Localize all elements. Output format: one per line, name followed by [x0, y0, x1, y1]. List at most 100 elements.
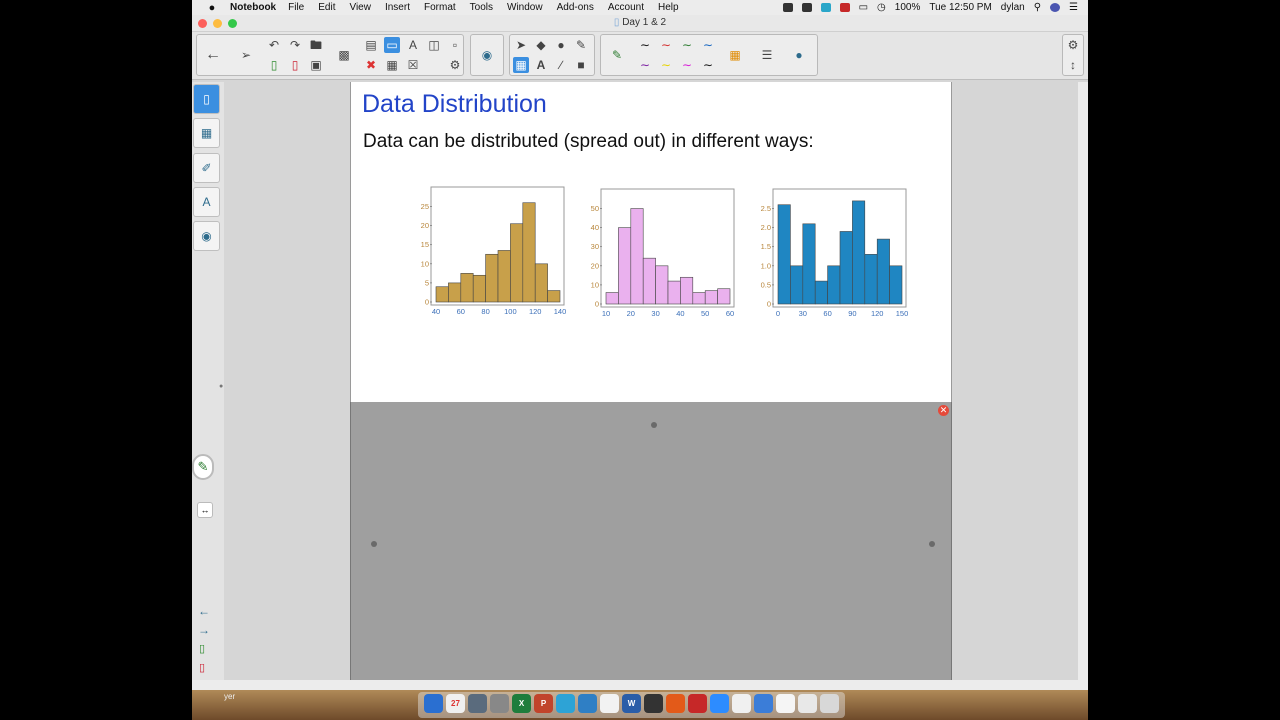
acrobat-icon[interactable] [732, 694, 751, 713]
redo-icon[interactable]: ↷ [287, 37, 303, 53]
user-menu[interactable]: dylan [1001, 2, 1025, 13]
previous-page-icon[interactable]: ← [198, 604, 210, 618]
downloads-stack-icon[interactable] [798, 694, 817, 713]
eraser-icon[interactable]: ■ [573, 57, 589, 73]
shade-handle-top[interactable] [651, 422, 657, 428]
insert-page-icon[interactable]: ▯ [199, 642, 205, 655]
transparency-icon[interactable]: ● [791, 47, 807, 63]
spotlight-search-icon[interactable]: ⚲ [1034, 2, 1041, 13]
pen-yellow-icon[interactable]: ∼ [658, 57, 674, 73]
word-icon[interactable]: W [622, 694, 641, 713]
chrome-icon[interactable] [600, 694, 619, 713]
app-menu[interactable]: Notebook [230, 2, 276, 13]
notes-app-icon[interactable] [578, 694, 597, 713]
clock[interactable]: Tue 12:50 PM [929, 2, 991, 13]
battery-level[interactable]: 100% [895, 2, 921, 13]
record-icon[interactable] [782, 3, 793, 12]
delete-page-icon[interactable]: ▯ [287, 57, 303, 73]
add-page-icon[interactable]: ▯ [266, 57, 282, 73]
response-icon[interactable]: ☒ [405, 57, 421, 73]
menu-edit[interactable]: Edit [318, 2, 335, 13]
screen-capture-icon[interactable]: ▩ [336, 47, 352, 63]
page-title[interactable]: Data Distribution [362, 90, 547, 119]
screen-shade-icon[interactable]: ▭ [384, 37, 400, 53]
page-sorter-icon[interactable]: ▯ [193, 84, 220, 114]
menu-window[interactable]: Window [507, 2, 543, 13]
powerpoint-icon[interactable]: P [534, 694, 553, 713]
cursor-icon[interactable]: ➢ [238, 47, 254, 63]
color-palette-icon[interactable]: ▦ [727, 47, 743, 63]
addons-tab-icon[interactable]: ◉ [193, 221, 220, 251]
menu-format[interactable]: Format [424, 2, 456, 13]
gallery-icon[interactable]: ▦ [193, 118, 220, 148]
pen-blue-icon[interactable]: ∼ [700, 37, 716, 53]
wifi-icon[interactable]: ◷ [877, 2, 886, 13]
finder-icon[interactable] [424, 694, 443, 713]
table-select-icon[interactable]: ▦ [513, 57, 529, 73]
properties-icon[interactable]: A [193, 187, 220, 217]
display-screen-icon[interactable]: ◫ [426, 37, 442, 53]
insert-table-icon[interactable]: ▦ [384, 57, 400, 73]
line-style-icon[interactable]: ☰ [759, 47, 775, 63]
next-page-icon[interactable]: → [198, 623, 210, 637]
attachments-icon[interactable]: ✐ [193, 153, 220, 183]
pen-black-icon[interactable]: ∼ [637, 37, 653, 53]
menu-tools[interactable]: Tools [470, 2, 493, 13]
document-camera-icon[interactable]: ⚙ [447, 57, 463, 73]
text-recognition-icon[interactable]: A [405, 37, 421, 53]
fill-icon[interactable]: ● [553, 37, 569, 53]
system-app-icon[interactable] [468, 694, 487, 713]
line-tool-icon[interactable]: ∕ [553, 57, 569, 73]
dish-icon[interactable] [839, 3, 850, 12]
siri-icon[interactable] [1050, 3, 1061, 12]
pen-red-icon[interactable]: ∼ [658, 37, 674, 53]
save-icon[interactable]: ▣ [308, 57, 324, 73]
sidebar-resize-dot[interactable]: ● [219, 383, 223, 390]
menu-addons[interactable]: Add-ons [557, 2, 594, 13]
menu-file[interactable]: File [288, 2, 304, 13]
shade-handle-right[interactable] [929, 541, 935, 547]
text-tool-icon[interactable]: A [533, 57, 549, 73]
undo-icon[interactable]: ↶ [266, 37, 282, 53]
notebook-page[interactable]: Data Distribution Data can be distribute… [350, 82, 952, 402]
remove-page-icon[interactable]: ▯ [199, 661, 205, 674]
preview-app-icon[interactable] [754, 694, 773, 713]
pen-dashed-icon[interactable]: ∼ [700, 57, 716, 73]
trash-icon[interactable] [820, 694, 839, 713]
screen-shade[interactable]: ✕ [350, 402, 952, 680]
open-file-icon[interactable]: 🖿 [308, 37, 324, 53]
document-file-icon[interactable] [776, 694, 795, 713]
close-shade-icon[interactable]: ✕ [938, 405, 949, 416]
menu-account[interactable]: Account [608, 2, 644, 13]
excel-icon[interactable]: X [512, 694, 531, 713]
firefox-icon[interactable] [666, 694, 685, 713]
photo-booth-icon[interactable] [490, 694, 509, 713]
zoom-app-icon[interactable] [710, 694, 729, 713]
app-status-icon[interactable] [801, 3, 812, 12]
magic-pen-icon[interactable]: ✎ [573, 37, 589, 53]
select-arrow-icon[interactable]: ➤ [513, 37, 529, 53]
menu-help[interactable]: Help [658, 2, 679, 13]
zoom-status-icon[interactable] [820, 3, 831, 12]
pen-icon[interactable]: ✎ [609, 47, 625, 63]
apple-menu-icon[interactable]: ● [204, 2, 220, 14]
addons-puzzle-icon[interactable]: ◉ [479, 47, 495, 63]
calendar-icon[interactable]: 27 [446, 694, 465, 713]
clear-ink-icon[interactable]: ▫ [447, 37, 463, 53]
calculator-icon[interactable] [644, 694, 663, 713]
move-toolbar-icon[interactable]: ↕ [1065, 57, 1081, 73]
paste-icon[interactable]: ▤ [363, 37, 379, 53]
dish-app-icon[interactable] [688, 694, 707, 713]
settings-gear-icon[interactable]: ⚙ [1065, 37, 1081, 53]
shape-icon[interactable]: ◆ [533, 37, 549, 53]
pen-tray-icon[interactable]: ✎ [192, 454, 214, 480]
page-text[interactable]: Data can be distributed (spread out) in … [363, 131, 814, 153]
shade-handle-left[interactable] [371, 541, 377, 547]
back-arrow-icon[interactable]: ← [205, 47, 221, 63]
pen-green-icon[interactable]: ∼ [679, 37, 695, 53]
notification-center-icon[interactable]: ☰ [1069, 2, 1078, 13]
airplay-icon[interactable]: ▭ [859, 2, 868, 13]
menu-view[interactable]: View [349, 2, 371, 13]
expand-sidebar-icon[interactable]: ↔ [197, 502, 213, 518]
pen-purple-icon[interactable]: ∼ [637, 57, 653, 73]
